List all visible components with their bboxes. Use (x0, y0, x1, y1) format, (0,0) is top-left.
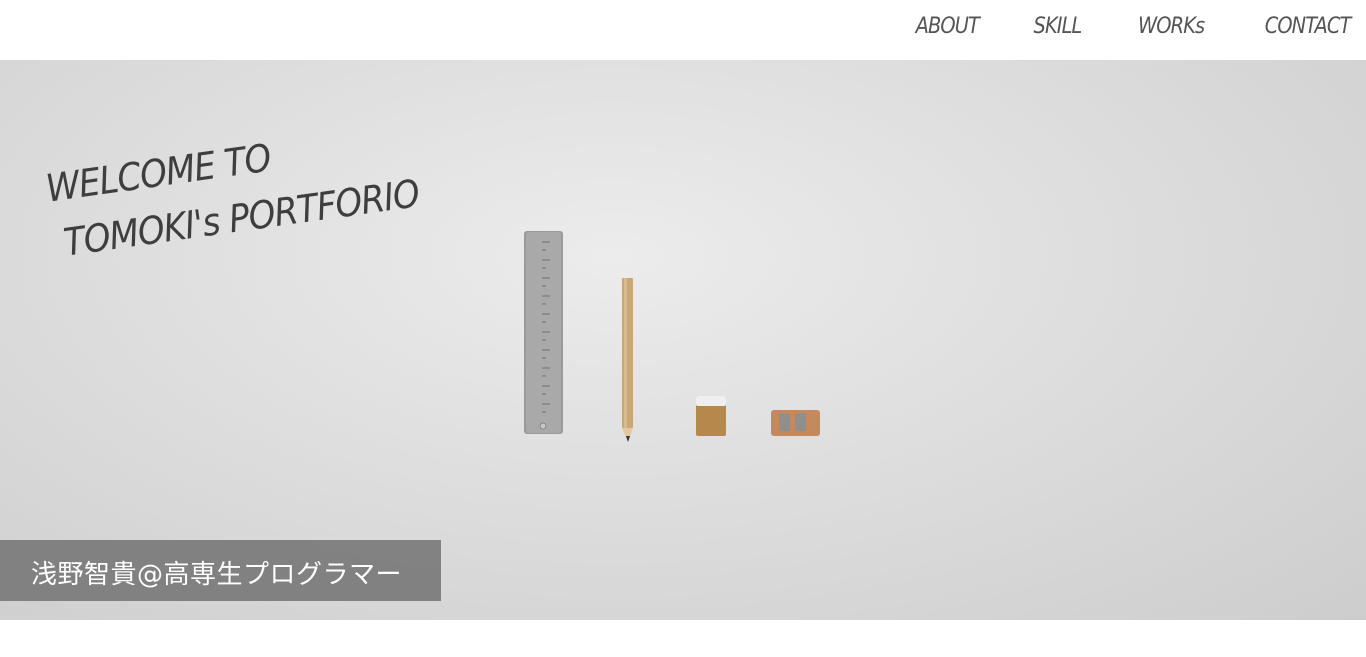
pencil-sharpener-icon (771, 410, 820, 436)
subtitle-text: 浅野智貴@高専生プログラマー (31, 560, 403, 590)
site-header: ABOUT SKILL WORKs CONTACT (0, 0, 1366, 60)
pencil-icon (622, 278, 633, 442)
nav-contact-link[interactable]: CONTACT (1264, 14, 1351, 39)
hero-title: WELCOME TO TOMOKI's PORTFORIO (42, 104, 462, 272)
nav-skill-link[interactable]: SKILL (1033, 14, 1082, 39)
main-nav: ABOUT SKILL WORKs CONTACT (907, 14, 1351, 39)
hero-section: WELCOME TO TOMOKI's PORTFORIO 浅野智貴@高専生プロ… (0, 60, 1366, 620)
ruler-icon (524, 231, 563, 434)
eraser-icon (696, 396, 726, 436)
nav-about-link[interactable]: ABOUT (916, 14, 980, 39)
subtitle-banner: 浅野智貴@高専生プログラマー (0, 540, 441, 601)
nav-works-link[interactable]: WORKs (1138, 14, 1205, 39)
stationery-illustration (524, 231, 820, 442)
